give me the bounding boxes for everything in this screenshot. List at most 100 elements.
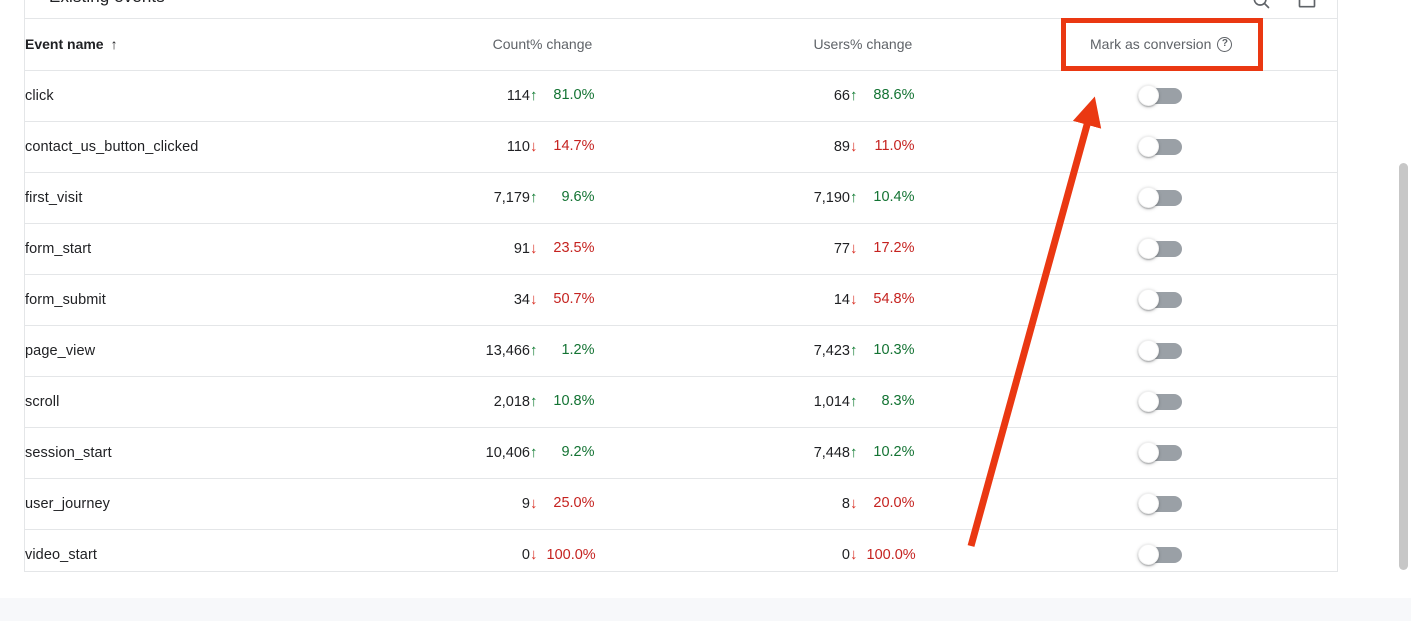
users-change-value: 10.4% (873, 189, 915, 206)
toggle-thumb (1138, 339, 1159, 361)
users-change-indicator: ↑ 10.4% (850, 189, 915, 205)
event-count-change-cell: ↓ 23.5% (530, 223, 760, 275)
column-header-count[interactable]: Count (445, 19, 530, 71)
event-users-change-cell: ↑ 10.2% (850, 427, 1090, 479)
column-header-users-change-label: % change (850, 36, 913, 53)
event-name-cell: video_start (25, 546, 98, 563)
column-header-count-change[interactable]: % change (530, 19, 760, 71)
count-change-value: 9.6% (561, 189, 595, 206)
conversion-toggle-row-7[interactable] (1138, 441, 1182, 463)
event-users-change-cell: ↓ 11.0% (850, 121, 1090, 173)
event-users-cell: 89 (760, 121, 850, 173)
conversion-toggle-row-9[interactable] (1138, 543, 1182, 565)
table-header: Event name ↑ Count % change Users % chang… (25, 19, 1337, 71)
count-change-value: 14.7% (553, 138, 595, 155)
count-change-indicator: ↑ 81.0% (530, 87, 595, 103)
event-count-change-cell: ↑ 10.8% (530, 376, 760, 428)
users-change-value: 88.6% (873, 87, 915, 104)
conversion-toggle-row-8[interactable] (1138, 492, 1182, 514)
event-count-cell: 114 (445, 70, 530, 122)
arrow-down-icon: ↓ (530, 494, 538, 512)
column-header-count-label: Count (492, 36, 530, 53)
mark-as-conversion-cell (1090, 427, 1337, 479)
table-row: page_view 13,466 ↑ 1.2% 7,423 ↑ 10.3% (25, 325, 1337, 377)
table-row: scroll 2,018 ↑ 10.8% 1,014 ↑ 8.3% (25, 376, 1337, 428)
search-icon[interactable] (1249, 0, 1273, 12)
event-users-change-cell: ↓ 20.0% (850, 478, 1090, 530)
count-change-value: 81.0% (553, 87, 595, 104)
column-header-event-name[interactable]: Event name ↑ (25, 19, 445, 71)
users-change-value: 10.3% (873, 342, 915, 359)
arrow-up-icon: ↑ (850, 443, 858, 461)
event-name-cell: page_view (25, 325, 445, 377)
column-header-users[interactable]: Users (760, 19, 850, 71)
column-header-users-change[interactable]: % change (850, 19, 1090, 71)
card-title: Existing events (49, 0, 165, 7)
arrow-up-icon: ↑ (530, 392, 538, 410)
users-change-value: 20.0% (873, 495, 915, 512)
event-users-change-cell: ↑ 8.3% (850, 376, 1090, 428)
help-icon[interactable]: ? (1217, 36, 1233, 52)
arrow-down-icon: ↓ (530, 290, 538, 308)
conversion-toggle-row-1[interactable] (1138, 135, 1182, 157)
users-change-value: 17.2% (873, 240, 915, 257)
event-count-cell: 0 (521, 546, 530, 563)
conversion-toggle-row-5[interactable] (1138, 339, 1182, 361)
event-count-change-cell: ↓ 50.7% (530, 274, 760, 326)
table-row: form_start 91 ↓ 23.5% 77 ↓ 17.2% (25, 223, 1337, 275)
count-change-indicator: ↓ 100.0% (530, 547, 596, 563)
conversion-toggle-row-3[interactable] (1138, 237, 1182, 259)
vertical-scrollbar-thumb[interactable] (1399, 163, 1408, 570)
column-header-users-label: Users (813, 36, 850, 53)
arrow-up-icon: ↑ (530, 86, 538, 104)
table-columns-icon[interactable] (1295, 0, 1319, 12)
event-name-cell: first_visit (25, 172, 445, 224)
event-count-cell: 10,406 (445, 427, 530, 479)
toggle-thumb (1138, 135, 1159, 157)
users-change-indicator: ↓ 54.8% (850, 291, 915, 307)
arrow-down-icon: ↓ (530, 546, 538, 563)
event-users-change-cell: ↑ 88.6% (850, 70, 1090, 122)
count-change-value: 100.0% (546, 546, 596, 563)
table-row: session_start 10,406 ↑ 9.2% 7,448 ↑ 10.2% (25, 427, 1337, 479)
toggle-thumb (1138, 84, 1159, 106)
count-change-value: 25.0% (553, 495, 595, 512)
event-users-cell: 8 (760, 478, 850, 530)
arrow-down-icon: ↓ (850, 137, 858, 155)
event-users-cell: 7,190 (760, 172, 850, 224)
count-change-value: 1.2% (561, 342, 595, 359)
mark-as-conversion-cell (1090, 274, 1337, 326)
event-count-cell: 9 (445, 478, 530, 530)
toggle-thumb (1138, 186, 1159, 208)
mark-as-conversion-cell (1090, 70, 1337, 122)
column-header-event-name-label: Event name (25, 36, 104, 53)
conversion-toggle-row-4[interactable] (1138, 288, 1182, 310)
arrow-up-icon: ↑ (530, 341, 538, 359)
conversion-toggle-row-2[interactable] (1138, 186, 1182, 208)
event-count-change-cell: ↓ 100.0% (530, 529, 760, 571)
vertical-scrollbar-track[interactable] (1396, 0, 1411, 598)
event-count-change-cell: ↓ 14.7% (530, 121, 760, 173)
count-change-value: 23.5% (553, 240, 595, 257)
event-name-cell: contact_us_button_clicked (25, 121, 445, 173)
toggle-thumb (1138, 492, 1159, 514)
users-change-value: 8.3% (881, 393, 915, 410)
event-users-change-cell: ↑ 10.3% (850, 325, 1090, 377)
sort-ascending-icon[interactable]: ↑ (111, 36, 118, 52)
users-change-value: 11.0% (874, 138, 915, 155)
event-users-cell: 14 (760, 274, 850, 326)
card-header-clipped: Existing events (24, 0, 1338, 18)
page-background-band (0, 598, 1411, 621)
count-change-value: 10.8% (553, 393, 595, 410)
conversion-toggle-row-6[interactable] (1138, 390, 1182, 412)
event-name-cell: form_start (25, 223, 445, 275)
event-count-change-cell: ↑ 1.2% (530, 325, 760, 377)
event-count-change-cell: ↓ 25.0% (530, 478, 760, 530)
arrow-down-icon: ↓ (850, 494, 858, 512)
event-count-cell: 7,179 (445, 172, 530, 224)
conversion-toggle-row-0[interactable] (1138, 84, 1182, 106)
events-table: Event name ↑ Count % change Users % chang… (25, 19, 1337, 571)
event-count-change-cell: ↑ 9.6% (530, 172, 760, 224)
table-row: video_start 0 ↓ 100.0% 0 ↓ 100.0% (25, 529, 1337, 571)
table-body: click 114 ↑ 81.0% 66 ↑ 88.6% contact_us_button_… (25, 70, 1337, 571)
